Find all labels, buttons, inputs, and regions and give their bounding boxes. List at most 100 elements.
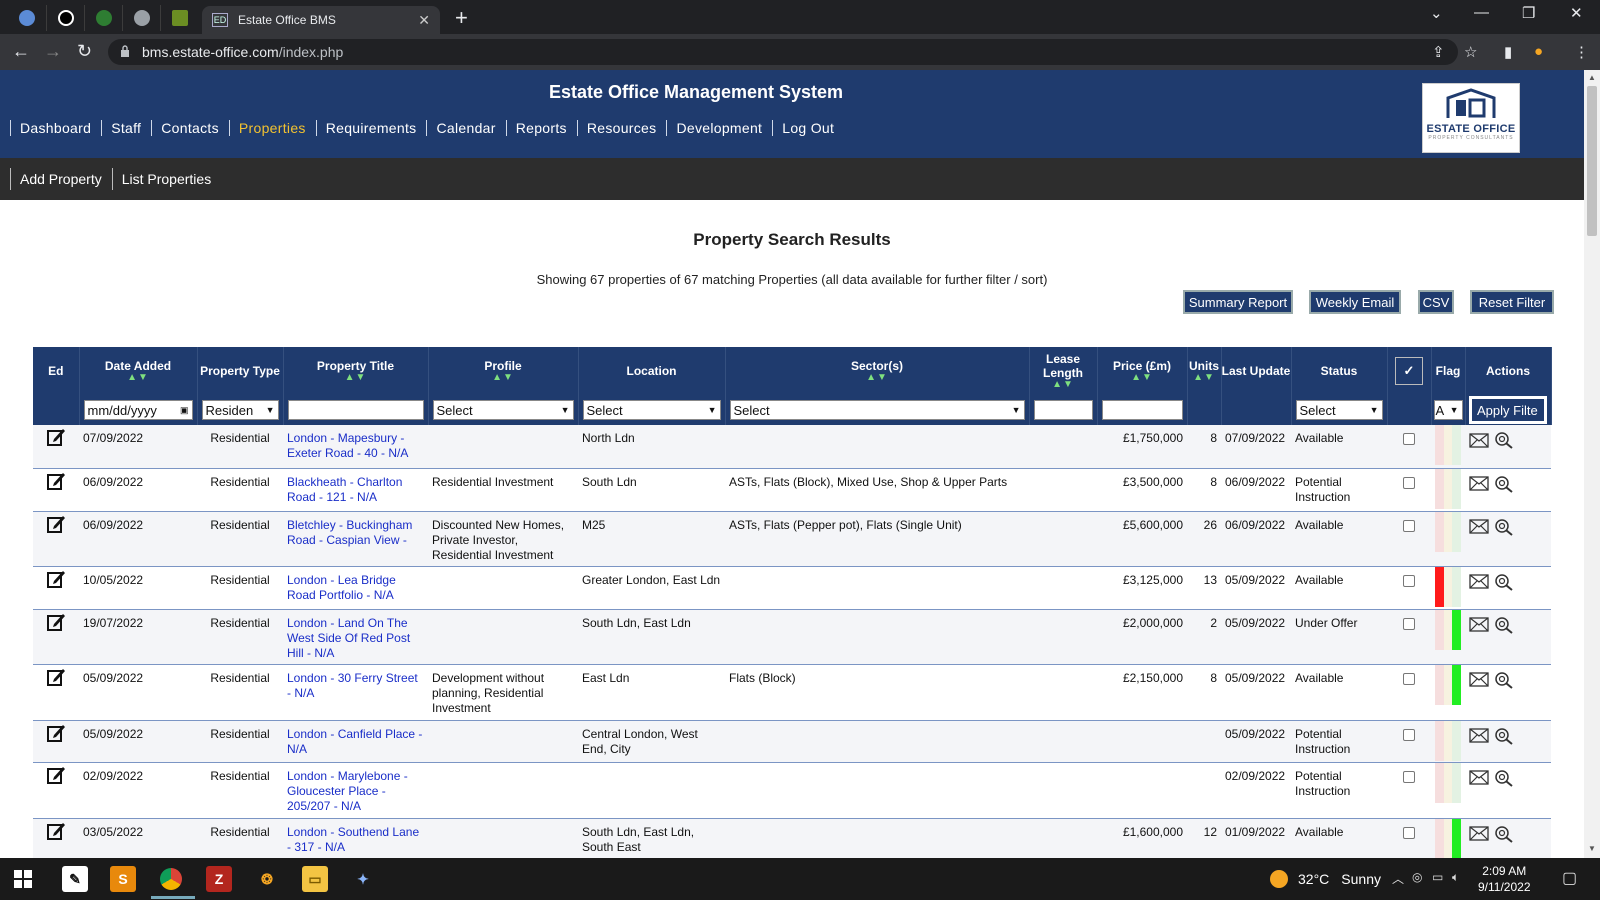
row-checkbox[interactable] (1403, 574, 1415, 587)
browser-menu-icon[interactable]: ⋮ (1574, 43, 1589, 61)
bookmark-star-icon[interactable]: ☆ (1464, 43, 1477, 61)
flag-indicator[interactable] (1435, 425, 1462, 465)
weekly-email-button[interactable]: Weekly Email (1309, 290, 1401, 314)
property-title-link[interactable]: Bletchley - Buckingham Road - Caspian Vi… (283, 511, 428, 567)
view-details-icon[interactable] (1494, 825, 1514, 847)
weather-widget[interactable]: 32°C Sunny (1270, 870, 1381, 888)
nav-log-out[interactable]: Log Out (772, 120, 844, 136)
property-title-link[interactable]: London - Marylebone - Gloucester Place -… (283, 762, 428, 819)
flag-indicator[interactable] (1435, 762, 1462, 803)
subnav-list-properties[interactable]: List Properties (111, 168, 221, 190)
volume-icon[interactable]: 🔈︎ (1452, 870, 1459, 885)
windows-start-icon[interactable] (10, 866, 36, 892)
property-title-link[interactable]: London - Land On The West Side Of Red Po… (283, 609, 428, 665)
edit-icon[interactable] (46, 613, 66, 635)
col-header-lease-length[interactable]: Lease Length ▲▼ (1029, 347, 1098, 395)
email-icon[interactable] (1469, 770, 1489, 789)
row-checkbox[interactable] (1403, 519, 1415, 532)
property-title-link[interactable]: London - 30 Ferry Street - N/A (283, 664, 428, 721)
price-filter-input[interactable] (1101, 400, 1183, 420)
nav-requirements[interactable]: Requirements (315, 120, 427, 136)
nav-development[interactable]: Development (666, 120, 772, 136)
row-checkbox[interactable] (1403, 476, 1415, 489)
email-icon[interactable] (1469, 519, 1489, 538)
sectors-select[interactable]: Select ▼ (729, 400, 1025, 420)
email-icon[interactable] (1469, 672, 1489, 691)
apply-filter-button[interactable]: Apply Filte (1471, 398, 1545, 422)
pinned-tab-3[interactable] (84, 5, 122, 31)
nav-dashboard[interactable]: Dashboard (10, 120, 101, 136)
notepad-app-icon[interactable]: ✎ (62, 866, 88, 892)
filezilla-app-icon[interactable]: Z (206, 866, 232, 892)
scroll-down-icon[interactable]: ▼ (1588, 844, 1596, 853)
row-checkbox[interactable] (1403, 433, 1415, 445)
reset-filter-button[interactable]: Reset Filter (1470, 290, 1554, 314)
view-details-icon[interactable] (1494, 769, 1514, 791)
sort-arrows-icon[interactable]: ▲▼ (429, 373, 578, 383)
pinned-tab-4[interactable] (122, 5, 160, 31)
active-tab[interactable]: ED Estate Office BMS ✕ (202, 6, 440, 34)
flag-indicator[interactable] (1435, 566, 1462, 607)
date-added-filter[interactable]: mm/dd/yyyy ▣ (83, 400, 193, 420)
view-details-icon[interactable] (1494, 475, 1514, 497)
pinned-tab-5[interactable] (160, 5, 198, 31)
page-scrollbar[interactable]: ▲ ▼ (1584, 70, 1600, 858)
share-icon[interactable]: ⇪ (1432, 43, 1445, 61)
email-icon[interactable] (1469, 432, 1489, 452)
email-icon[interactable] (1469, 728, 1489, 747)
sort-arrows-icon[interactable]: ▲▼ (1188, 373, 1221, 383)
flag-indicator[interactable] (1435, 664, 1462, 705)
col-header-profile[interactable]: Profile ▲▼ (428, 347, 579, 395)
edit-icon[interactable] (46, 668, 66, 690)
edit-icon[interactable] (46, 724, 66, 746)
property-title-filter-input[interactable] (287, 400, 424, 420)
network-icon[interactable]: ▭ (1432, 870, 1443, 884)
edit-icon[interactable] (46, 766, 66, 788)
col-header-price[interactable]: Price (£m) ▲▼ (1097, 347, 1188, 395)
view-details-icon[interactable] (1494, 727, 1514, 749)
view-details-icon[interactable] (1494, 431, 1514, 453)
paint-app-icon[interactable]: ❂ (254, 866, 280, 892)
property-title-link[interactable]: London - Canfield Place - N/A (283, 720, 428, 763)
status-select[interactable]: Select ▼ (1295, 400, 1383, 420)
view-details-icon[interactable] (1494, 671, 1514, 693)
lease-length-filter-input[interactable] (1033, 400, 1093, 420)
new-tab-button[interactable]: + (455, 5, 468, 31)
reload-icon[interactable]: ↻ (77, 41, 92, 62)
property-type-select[interactable]: Residen ▼ (201, 400, 279, 420)
view-details-icon[interactable] (1494, 518, 1514, 540)
calendar-icon[interactable]: ▣ (180, 405, 192, 416)
back-arrow-icon[interactable]: ← (12, 41, 30, 62)
sort-arrows-icon[interactable]: ▲▼ (1030, 380, 1097, 390)
summary-report-button[interactable]: Summary Report (1183, 290, 1293, 314)
chevron-up-icon[interactable]: ︿ (1392, 870, 1404, 887)
file-explorer-app-icon[interactable]: ▭ (302, 866, 328, 892)
edit-icon[interactable] (46, 429, 66, 450)
flag-indicator[interactable] (1435, 511, 1462, 552)
property-title-link[interactable]: Blackheath - Charlton Road - 121 - N/A (283, 468, 428, 512)
property-title-link[interactable]: London - Southend Lane - 317 - N/A (283, 818, 428, 858)
email-icon[interactable] (1469, 617, 1489, 636)
col-header-property-title[interactable]: Property Title ▲▼ (283, 347, 429, 395)
edit-icon[interactable] (46, 515, 66, 537)
nav-properties[interactable]: Properties (228, 120, 316, 136)
pinned-tab-2[interactable] (46, 5, 84, 31)
taskbar-clock[interactable]: 2:09 AM 9/11/2022 (1478, 863, 1531, 895)
address-bar[interactable]: bms.estate-office.com/index.php (108, 39, 1458, 65)
flag-select[interactable]: A ▼ (1433, 400, 1463, 420)
row-checkbox[interactable] (1403, 617, 1415, 630)
sort-arrows-icon[interactable]: ▲▼ (284, 373, 428, 383)
sort-arrows-icon[interactable]: ▲▼ (726, 373, 1029, 383)
sort-arrows-icon[interactable]: ▲▼ (80, 373, 197, 383)
nav-staff[interactable]: Staff (101, 120, 151, 136)
chrome-app-icon[interactable] (158, 866, 184, 892)
nav-resources[interactable]: Resources (576, 120, 667, 136)
property-title-link[interactable]: London - Lea Bridge Road Portfolio - N/A (283, 566, 428, 610)
email-icon[interactable] (1469, 574, 1489, 593)
minimize-button[interactable]: — (1474, 4, 1489, 21)
notifications-icon[interactable]: ▢ (1562, 868, 1577, 888)
tab-search-icon[interactable]: ⌄ (1430, 4, 1443, 22)
row-checkbox[interactable] (1403, 770, 1415, 783)
edit-icon[interactable] (46, 472, 66, 494)
property-title-link[interactable]: London - Mapesbury - Exeter Road - 40 - … (283, 425, 428, 469)
